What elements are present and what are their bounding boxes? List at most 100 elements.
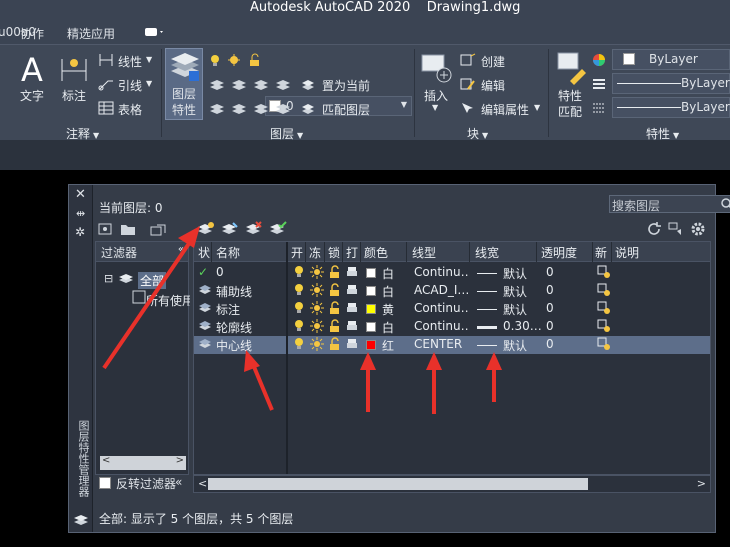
edit-attributes-button[interactable]: 编辑属性 (481, 101, 529, 118)
layer-translator-icon[interactable] (667, 221, 685, 237)
edit-block-button[interactable]: 编辑 (481, 77, 505, 94)
col-color[interactable]: 颜色 (364, 244, 388, 261)
insert-block-icon[interactable] (420, 51, 454, 85)
dimension-icon[interactable] (58, 55, 90, 85)
chevron-down-icon[interactable]: ▼ (146, 55, 152, 64)
col-new-vp-freeze[interactable]: 新 (595, 244, 607, 261)
layer-row[interactable]: ✓ 0 白 Continu… 默认 0 (194, 264, 710, 282)
layer-color-swatch[interactable] (366, 322, 376, 332)
layer-state-icons[interactable] (208, 53, 268, 67)
layer-color-name[interactable]: 红 (382, 337, 394, 354)
layer-transparency[interactable]: 0 (546, 283, 554, 297)
leader-button[interactable]: 引线 (118, 77, 142, 94)
layer-lineweight[interactable]: 默认 (503, 283, 527, 300)
search-layers-input[interactable]: 搜索图层 (609, 195, 730, 213)
match-layer-button[interactable]: 匹配图层 (322, 101, 370, 118)
new-vp-freeze-icon[interactable] (597, 337, 611, 354)
layer-linetype[interactable]: Continu… (414, 319, 470, 333)
text-button[interactable]: 文字 (20, 87, 44, 104)
col-plot[interactable]: 打 (346, 244, 358, 261)
layer-color-swatch[interactable] (366, 268, 376, 278)
layer-tools-icons[interactable] (208, 77, 294, 93)
layer-plot-icon[interactable] (346, 283, 358, 300)
layer-name[interactable]: 中心线 (216, 337, 252, 354)
new-filter-icon[interactable] (97, 221, 115, 237)
layer-plot-icon[interactable] (346, 265, 358, 282)
layer-color-name[interactable]: 白 (382, 283, 394, 300)
layer-plot-icon[interactable] (346, 301, 358, 318)
layer-transparency[interactable]: 0 (546, 337, 554, 351)
layer-plot-icon[interactable] (346, 319, 358, 336)
layer-row[interactable]: 辅助线 白 ACAD_I… 默认 0 (194, 282, 710, 300)
new-vp-freeze-icon[interactable] (597, 265, 611, 282)
layer-color-name[interactable]: 黄 (382, 301, 394, 318)
new-layer-vp-frozen-icon[interactable] (221, 221, 239, 237)
col-freeze[interactable]: 冻 (309, 244, 321, 261)
layer-color-swatch[interactable] (366, 340, 376, 350)
layer-thaw-icon[interactable] (310, 283, 324, 300)
new-vp-freeze-icon[interactable] (597, 283, 611, 300)
layer-transparency[interactable]: 0 (546, 301, 554, 315)
layer-on-icon[interactable] (294, 265, 304, 282)
layer-unlock-icon[interactable] (328, 283, 342, 300)
tree-collapse-icon[interactable]: ⊟ (104, 272, 113, 285)
layer-row[interactable]: 轮廓线 白 Continu… 0.30… 0 (194, 318, 710, 336)
layer-thaw-icon[interactable] (310, 337, 324, 354)
layer-color-swatch[interactable] (366, 304, 376, 314)
layers-icon[interactable] (73, 513, 89, 527)
col-description[interactable]: 说明 (615, 244, 639, 261)
auto-hide-icon[interactable]: ⇹ (76, 207, 85, 220)
close-icon[interactable]: ✕ (75, 187, 86, 202)
text-icon[interactable]: A (18, 51, 48, 85)
layer-properties-button[interactable]: 图层 特性 (165, 48, 203, 120)
delete-layer-icon[interactable] (245, 221, 263, 237)
layer-color-name[interactable]: 白 (382, 265, 394, 282)
layer-lineweight[interactable]: 默认 (503, 337, 527, 354)
layer-linetype[interactable]: Continu… (414, 301, 470, 315)
layer-on-icon[interactable] (294, 283, 304, 300)
linear-dim-button[interactable]: 线性 (118, 53, 142, 70)
lineweight-dropdown[interactable]: ByLayer (612, 97, 730, 118)
layer-transparency[interactable]: 0 (546, 265, 554, 279)
layer-lineweight[interactable]: 默认 (503, 301, 527, 318)
layer-on-icon[interactable] (294, 337, 304, 354)
col-transparency[interactable]: 透明度 (541, 244, 577, 261)
layer-linetype[interactable]: Continu… (414, 265, 470, 279)
layer-name[interactable]: 辅助线 (216, 283, 252, 300)
match-properties-icon[interactable] (556, 51, 590, 85)
tab-collaborate[interactable]: 协作 (20, 25, 44, 42)
layer-list-scrollbar[interactable]: < > (193, 475, 711, 493)
layer-name[interactable]: 轮廓线 (216, 319, 252, 336)
layer-plot-icon[interactable] (346, 337, 358, 354)
scrollbar-thumb[interactable] (208, 478, 588, 490)
layer-on-icon[interactable] (294, 301, 304, 318)
layer-thaw-icon[interactable] (310, 301, 324, 318)
layer-lineweight[interactable]: 默认 (503, 265, 527, 282)
col-lineweight[interactable]: 线宽 (475, 244, 499, 261)
layer-unlock-icon[interactable] (328, 337, 342, 354)
layer-unlock-icon[interactable] (328, 265, 342, 282)
collapse-pane-icon[interactable]: « (178, 244, 184, 255)
settings-icon[interactable]: ✲ (75, 225, 85, 239)
create-block-button[interactable]: 创建 (481, 53, 505, 70)
layer-transparency[interactable]: 0 (546, 319, 554, 333)
match-properties-label[interactable]: 特性 (558, 87, 582, 104)
layer-on-icon[interactable] (294, 319, 304, 336)
filter-scrollbar[interactable]: < > (100, 455, 186, 470)
layer-color-swatch[interactable] (366, 286, 376, 296)
col-lock[interactable]: 锁 (328, 244, 340, 261)
layer-states-icon[interactable] (149, 221, 167, 237)
layer-thaw-icon[interactable] (310, 319, 324, 336)
layer-linetype[interactable]: ACAD_I… (414, 283, 470, 297)
col-on[interactable]: 开 (291, 244, 303, 261)
refresh-icon[interactable] (645, 221, 663, 237)
filter-all-node[interactable]: 全部 (138, 272, 167, 289)
match-properties-label[interactable]: 匹配 (558, 103, 582, 120)
filter-used-node[interactable]: 所有使用的图层 (146, 292, 190, 309)
col-linetype[interactable]: 线型 (412, 244, 436, 261)
gear-icon[interactable] (689, 221, 707, 237)
table-button[interactable]: 表格 (118, 101, 142, 118)
color-dropdown[interactable]: ByLayer (612, 49, 730, 70)
chevron-down-icon[interactable]: ▼ (534, 103, 540, 112)
layer-linetype[interactable]: CENTER (414, 337, 470, 351)
